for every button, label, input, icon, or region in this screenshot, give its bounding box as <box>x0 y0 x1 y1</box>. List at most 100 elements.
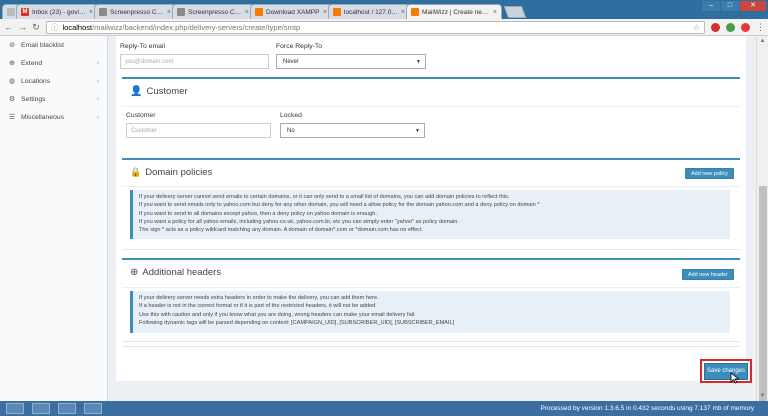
scrollbar-thumb[interactable] <box>759 186 767 401</box>
additional-headers-title: ⊕ Additional headers <box>130 267 221 278</box>
extension-icon[interactable] <box>711 22 720 32</box>
plus-circle-icon: ⊕ <box>130 267 139 278</box>
new-tab-button[interactable] <box>503 6 527 18</box>
domain-policies-box: 🔒 Domain policies Add new policy If your… <box>122 158 740 250</box>
sidebar-item-miscellaneous[interactable]: ☰ Miscellaneous ‹ <box>0 108 107 126</box>
list-icon: ☰ <box>8 114 16 121</box>
menu-icon[interactable]: ⋮ <box>756 22 765 33</box>
info-line: If you want to send emails only to yahoo… <box>139 202 540 209</box>
sidebar-item-label: Settings <box>21 95 46 103</box>
plus-icon: ⊕ <box>9 60 15 67</box>
sidebar-item-label: Locations <box>21 77 51 85</box>
xampp-icon <box>255 8 263 16</box>
close-icon[interactable]: × <box>167 9 171 16</box>
tab-title: Screenpresso Cloud <box>188 8 242 16</box>
url-path: /mailwizz/backend/index.php/delivery-ser… <box>92 22 301 32</box>
scroll-up-icon[interactable]: ▲ <box>757 36 768 46</box>
chevron-left-icon: ‹ <box>96 95 99 103</box>
lock-icon: 🔒 <box>130 167 142 177</box>
locked-select[interactable]: No ▼ <box>280 123 425 138</box>
reply-to-email-input[interactable]: you@domain.com <box>120 54 269 69</box>
sidebar: ⊘ Email blacklist ⊕ Extend ‹ ◍ Locations… <box>0 36 108 401</box>
locked-label: Locked <box>280 112 302 119</box>
domain-title-text: Domain policies <box>145 167 213 178</box>
tab-mailwizz[interactable]: MailWizz | Create new s... × <box>406 4 502 19</box>
info-line: The sign * acts as a policy wildcard mat… <box>139 227 424 234</box>
minimize-icon[interactable]: – <box>702 1 720 11</box>
domain-policies-info: If your delivery server cannot send emai… <box>130 190 730 239</box>
tab-phpmyadmin[interactable]: localhost / 127.0.0.1 | ph... × <box>328 4 410 19</box>
close-icon[interactable]: × <box>493 9 497 16</box>
sidebar-item-locations[interactable]: ◍ Locations ‹ <box>0 72 107 90</box>
ban-icon: ⊘ <box>9 42 15 49</box>
tab-inbox[interactable]: M Inbox (23) - govin28@... × <box>16 4 98 19</box>
footer-text: Processed by version 1.3.6.5 in 0.432 se… <box>540 405 754 412</box>
taskbar-app-icon[interactable] <box>58 403 76 414</box>
scroll-down-icon[interactable]: ▼ <box>757 391 768 401</box>
additional-headers-box: ⊕ Additional headers Add new header If y… <box>122 258 740 342</box>
document-icon <box>99 8 107 16</box>
globe-icon: ◍ <box>8 78 16 85</box>
info-line: If you want a policy for all yahoo email… <box>139 218 459 225</box>
tab-title: localhost / 127.0.0.1 | ph... <box>344 8 398 16</box>
info-line: If a header is not in the correct format… <box>139 303 377 310</box>
forward-icon[interactable]: → <box>18 22 27 32</box>
close-icon[interactable]: × <box>323 9 327 16</box>
extension-icon[interactable] <box>741 22 750 32</box>
page-info-icon[interactable]: ⓘ <box>51 22 59 33</box>
mail-icon: M <box>21 8 29 16</box>
taskbar-app-icon[interactable] <box>32 403 50 414</box>
reload-icon[interactable]: ↻ <box>32 22 40 33</box>
tab-screenpresso-2[interactable]: Screenpresso Cloud × <box>172 4 254 19</box>
url-host: localhost <box>62 22 93 32</box>
domain-policies-title: 🔒 Domain policies <box>130 167 212 178</box>
window-controls: – □ ✕ <box>702 1 766 11</box>
chevron-left-icon: ‹ <box>96 77 99 85</box>
sidebar-item-extend[interactable]: ⊕ Extend ‹ <box>0 54 107 72</box>
caret-down-icon: ▼ <box>416 58 421 65</box>
sidebar-item-settings[interactable]: ⚙ Settings ‹ <box>0 90 107 108</box>
info-line: If you want to send to all domains excep… <box>139 210 377 217</box>
taskbar-app-icon[interactable] <box>6 403 24 414</box>
tab-xampp[interactable]: Download XAMPP × <box>250 4 332 19</box>
additional-headers-info: If your delivery server needs extra head… <box>130 291 730 333</box>
sidebar-item-label: Extend <box>21 59 43 67</box>
back-icon[interactable]: ← <box>4 22 13 32</box>
form-panel: Reply-To email you@domain.com Force Repl… <box>116 36 752 383</box>
customer-box: 👤 Customer Customer Customer Locked No ▼ <box>122 77 740 167</box>
extension-check-icon[interactable] <box>726 22 735 32</box>
taskbar-app-icon[interactable] <box>84 403 102 414</box>
address-bar[interactable]: ⓘ localhost/mailwizz/backend/index.php/d… <box>46 20 705 34</box>
taskbar <box>6 403 102 414</box>
maximize-icon[interactable]: □ <box>721 1 739 11</box>
customer-input[interactable]: Customer <box>126 123 271 138</box>
main-content: Reply-To email you@domain.com Force Repl… <box>108 36 756 401</box>
tab-title: Screenpresso Cloud <box>110 8 164 16</box>
sidebar-item-email-blacklist[interactable]: ⊘ Email blacklist <box>0 36 107 54</box>
add-new-policy-button[interactable]: Add new policy <box>685 168 734 179</box>
info-line: If your delivery server needs extra head… <box>139 295 379 301</box>
user-icon: 👤 <box>130 86 143 97</box>
tab-screenpresso-1[interactable]: Screenpresso Cloud × <box>94 4 176 19</box>
force-reply-to-label: Force Reply-To <box>276 43 323 50</box>
info-line: Following dynamic tags will be parsed de… <box>139 319 455 326</box>
add-new-header-button[interactable]: Add new header <box>681 269 734 280</box>
browser-tab-strip: M Inbox (23) - govin28@... × Screenpress… <box>0 0 768 19</box>
close-icon[interactable]: × <box>89 9 93 16</box>
headers-title-text: Additional headers <box>142 267 222 278</box>
customer-label: Customer <box>126 112 156 119</box>
info-line: Use this with caution and only if you kn… <box>139 311 416 318</box>
force-reply-to-select[interactable]: Never ▼ <box>276 54 426 69</box>
page-scrollbar[interactable]: ▲ ▼ <box>756 36 768 401</box>
close-icon[interactable]: × <box>245 9 249 16</box>
bookmark-star-icon[interactable]: ☆ <box>693 23 700 32</box>
tab-title: MailWizz | Create new s... <box>422 8 490 16</box>
window-close-icon[interactable]: ✕ <box>740 1 766 11</box>
document-icon <box>177 8 185 16</box>
save-changes-button[interactable]: Save changes <box>704 362 748 380</box>
browser-toolbar: ← → ↻ ⓘ localhost/mailwizz/backend/index… <box>0 19 768 36</box>
force-reply-to-value: Never <box>283 58 300 65</box>
customer-box-title: 👤 Customer <box>130 86 188 97</box>
close-icon[interactable]: × <box>401 9 405 16</box>
mouse-cursor-icon <box>730 372 740 384</box>
